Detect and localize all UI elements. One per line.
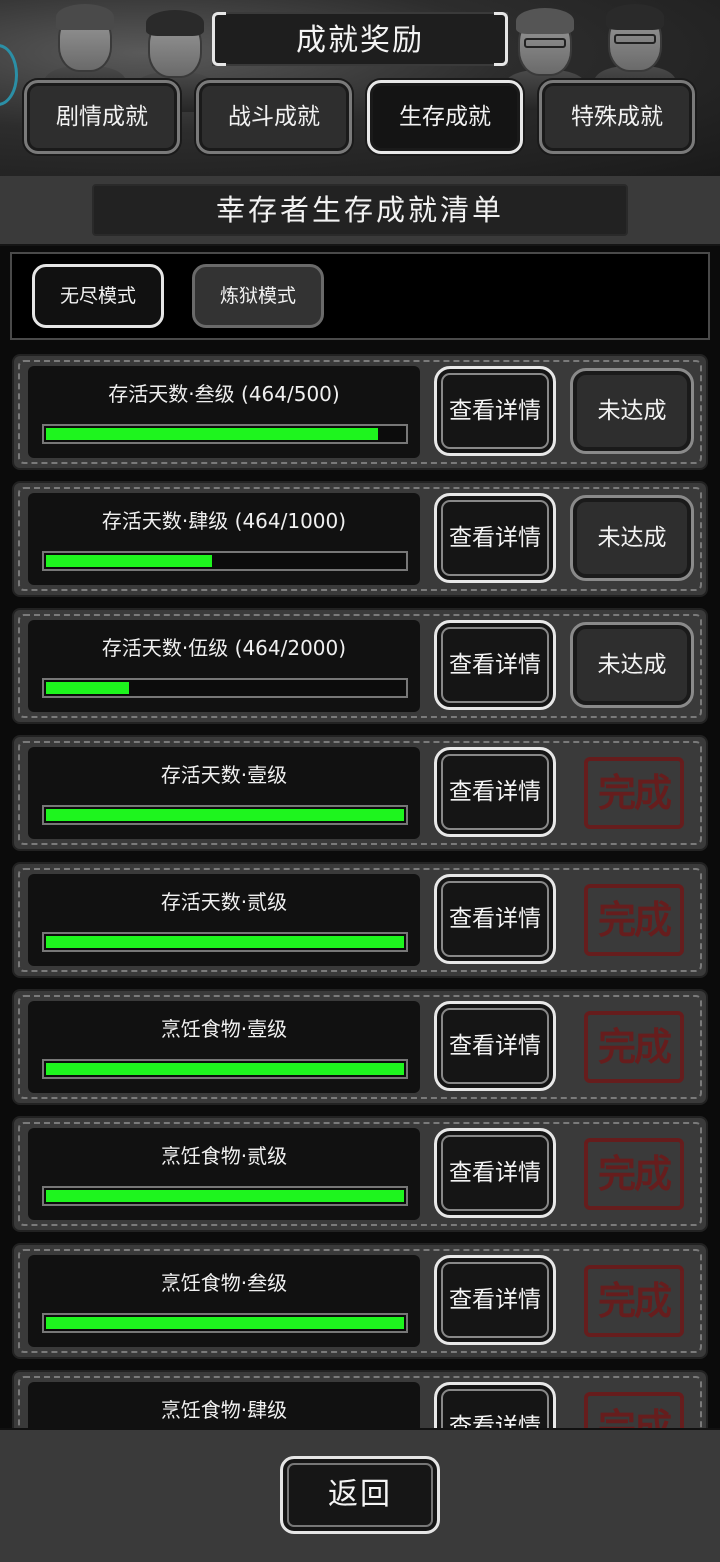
- list-item: 烹饪食物·肆级 查看详情 完成: [12, 1370, 708, 1428]
- progress-bar: [42, 424, 408, 444]
- footer: 返回: [0, 1428, 720, 1562]
- tab-combat[interactable]: 战斗成就: [196, 80, 352, 154]
- achievement-info: 存活天数·壹级: [28, 747, 420, 839]
- view-details-button[interactable]: 查看详情: [434, 366, 556, 456]
- achievement-label: 存活天数·伍级 (464/2000): [101, 636, 347, 660]
- mode-selector: 无尽模式 炼狱模式: [10, 252, 710, 340]
- completed-stamp: 完成: [584, 1392, 684, 1428]
- progress-bar: [42, 551, 408, 571]
- list-item: 存活天数·叁级 (464/500) 查看详情 未达成: [12, 354, 708, 470]
- progress-fill: [46, 1063, 404, 1075]
- not-achieved-button[interactable]: 未达成: [570, 495, 694, 581]
- achievement-info: 烹饪食物·叁级: [28, 1255, 420, 1347]
- progress-bar: [42, 678, 408, 698]
- list-item: 存活天数·壹级 查看详情 完成: [12, 735, 708, 851]
- mode-purgatory-button[interactable]: 炼狱模式: [192, 264, 324, 328]
- progress-fill: [46, 1190, 404, 1202]
- achievement-label: 烹饪食物·壹级: [160, 1017, 288, 1041]
- view-details-button[interactable]: 查看详情: [434, 620, 556, 710]
- progress-bar: [42, 1186, 408, 1206]
- completed-stamp: 完成: [584, 884, 684, 956]
- page-title-frame: 成就奖励: [212, 12, 508, 66]
- completed-stamp: 完成: [584, 1011, 684, 1083]
- achievement-info: 存活天数·贰级: [28, 874, 420, 966]
- achievement-label: 存活天数·壹级: [160, 763, 288, 787]
- list-item: 烹饪食物·叁级 查看详情 完成: [12, 1243, 708, 1359]
- view-details-button[interactable]: 查看详情: [434, 874, 556, 964]
- progress-fill: [46, 682, 129, 694]
- progress-fill: [46, 936, 404, 948]
- view-details-button[interactable]: 查看详情: [434, 1382, 556, 1428]
- achievement-label: 存活天数·肆级 (464/1000): [101, 509, 347, 533]
- achievement-label: 烹饪食物·叁级: [160, 1271, 288, 1295]
- tab-survival[interactable]: 生存成就: [367, 80, 523, 154]
- section-header: 幸存者生存成就清单: [0, 176, 720, 246]
- progress-fill: [46, 555, 212, 567]
- view-details-button[interactable]: 查看详情: [434, 1255, 556, 1345]
- achievement-info: 存活天数·肆级 (464/1000): [28, 493, 420, 585]
- completed-stamp: 完成: [584, 757, 684, 829]
- mode-endless-button[interactable]: 无尽模式: [32, 264, 164, 328]
- progress-bar: [42, 932, 408, 952]
- achievement-label: 存活天数·叁级 (464/500): [108, 382, 340, 406]
- list-item: 烹饪食物·壹级 查看详情 完成: [12, 989, 708, 1105]
- achievement-label: 烹饪食物·肆级: [160, 1398, 288, 1422]
- dial-icon: [0, 44, 18, 106]
- completed-stamp: 完成: [584, 1265, 684, 1337]
- achievement-info: 存活天数·伍级 (464/2000): [28, 620, 420, 712]
- tab-special[interactable]: 特殊成就: [539, 80, 695, 154]
- achievement-info: 烹饪食物·贰级: [28, 1128, 420, 1220]
- achievement-list[interactable]: 存活天数·叁级 (464/500) 查看详情 未达成 存活天数·肆级 (464/100…: [0, 346, 720, 1428]
- achievement-label: 存活天数·贰级: [160, 890, 288, 914]
- completed-stamp: 完成: [584, 1138, 684, 1210]
- view-details-button[interactable]: 查看详情: [434, 1001, 556, 1091]
- achievement-info: 烹饪食物·肆级: [28, 1382, 420, 1428]
- achievement-info: 存活天数·叁级 (464/500): [28, 366, 420, 458]
- progress-bar: [42, 1313, 408, 1333]
- list-item: 烹饪食物·贰级 查看详情 完成: [12, 1116, 708, 1232]
- achievement-info: 烹饪食物·壹级: [28, 1001, 420, 1093]
- achievement-label: 烹饪食物·贰级: [160, 1144, 288, 1168]
- view-details-button[interactable]: 查看详情: [434, 493, 556, 583]
- progress-bar: [42, 805, 408, 825]
- section-title: 幸存者生存成就清单: [92, 184, 628, 236]
- view-details-button[interactable]: 查看详情: [434, 747, 556, 837]
- tab-story[interactable]: 剧情成就: [24, 80, 180, 154]
- not-achieved-button[interactable]: 未达成: [570, 368, 694, 454]
- page-title: 成就奖励: [296, 23, 424, 58]
- list-item: 存活天数·肆级 (464/1000) 查看详情 未达成: [12, 481, 708, 597]
- back-button[interactable]: 返回: [280, 1456, 440, 1534]
- view-details-button[interactable]: 查看详情: [434, 1128, 556, 1218]
- list-item: 存活天数·伍级 (464/2000) 查看详情 未达成: [12, 608, 708, 724]
- not-achieved-button[interactable]: 未达成: [570, 622, 694, 708]
- progress-fill: [46, 428, 378, 440]
- list-item: 存活天数·贰级 查看详情 完成: [12, 862, 708, 978]
- progress-fill: [46, 1317, 404, 1329]
- progress-fill: [46, 809, 404, 821]
- header-banner: 成就奖励 剧情成就 战斗成就 生存成就 特殊成就: [0, 0, 720, 178]
- progress-bar: [42, 1059, 408, 1079]
